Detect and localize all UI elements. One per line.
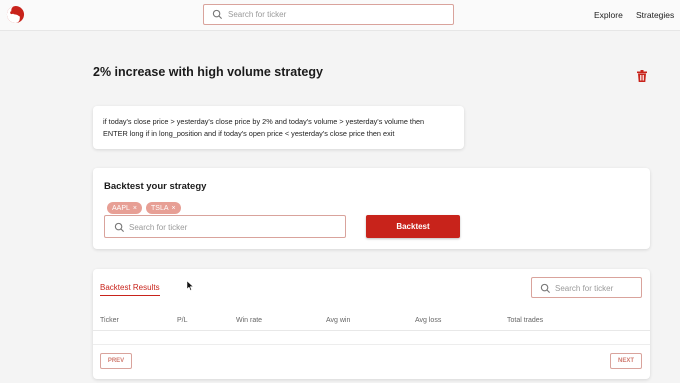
column-header-avg-loss[interactable]: Avg loss: [415, 317, 441, 324]
backtest-button[interactable]: Backtest: [366, 215, 460, 238]
delete-strategy-icon[interactable]: [637, 70, 647, 82]
strategy-title: 2% increase with high volume strategy: [93, 65, 323, 79]
column-header-total-trades[interactable]: Total trades: [507, 317, 543, 324]
nav-strategies-link[interactable]: Strategies: [636, 10, 674, 20]
chip-remove-icon[interactable]: ×: [133, 205, 137, 212]
ticker-chip-label: TSLA: [151, 204, 169, 212]
ticker-chip-tsla[interactable]: TSLA ×: [146, 202, 181, 214]
prev-page-button[interactable]: PREV: [100, 353, 132, 369]
header-search-placeholder: Search for ticker: [228, 10, 287, 19]
header-search-input[interactable]: Search for ticker: [203, 4, 454, 25]
backtest-ticker-search-input[interactable]: Search for ticker: [104, 215, 346, 238]
search-icon: [114, 222, 125, 233]
column-header-win-rate[interactable]: Win rate: [236, 317, 262, 324]
strategy-description-line-1: if today's close price > yesterday's clo…: [103, 117, 425, 126]
ticker-chip-label: AAPL: [112, 204, 130, 212]
results-search-input[interactable]: Search for ticker: [531, 277, 642, 298]
search-icon: [212, 9, 223, 20]
logo-icon[interactable]: [6, 5, 25, 24]
column-header-avg-win[interactable]: Avg win: [326, 317, 350, 324]
next-page-button[interactable]: NEXT: [610, 353, 642, 369]
ticker-chip-aapl[interactable]: AAPL ×: [107, 202, 142, 214]
column-header-ticker[interactable]: Ticker: [100, 317, 119, 324]
tab-backtest-results[interactable]: Backtest Results: [100, 283, 160, 296]
strategy-description-line-2: ENTER long if in long_position and if to…: [103, 129, 395, 138]
search-icon: [540, 283, 551, 294]
backtest-search-placeholder: Search for ticker: [129, 223, 188, 232]
table-header-divider: [93, 330, 650, 331]
nav-explore-link[interactable]: Explore: [594, 10, 623, 20]
mouse-cursor-icon: [187, 281, 194, 291]
backtest-card: Backtest your strategy AAPL × TSLA × Sea…: [93, 168, 650, 249]
column-header-pl[interactable]: P/L: [177, 317, 188, 324]
chip-remove-icon[interactable]: ×: [172, 205, 176, 212]
backtest-results-card: Backtest Results Search for ticker Ticke…: [93, 269, 650, 379]
results-search-placeholder: Search for ticker: [555, 284, 614, 293]
backtest-title: Backtest your strategy: [104, 181, 207, 192]
strategy-description-card: if today's close price > yesterday's clo…: [93, 106, 464, 149]
top-bar: Search for ticker Explore Strategies: [0, 0, 680, 31]
table-footer-divider: [93, 344, 650, 345]
